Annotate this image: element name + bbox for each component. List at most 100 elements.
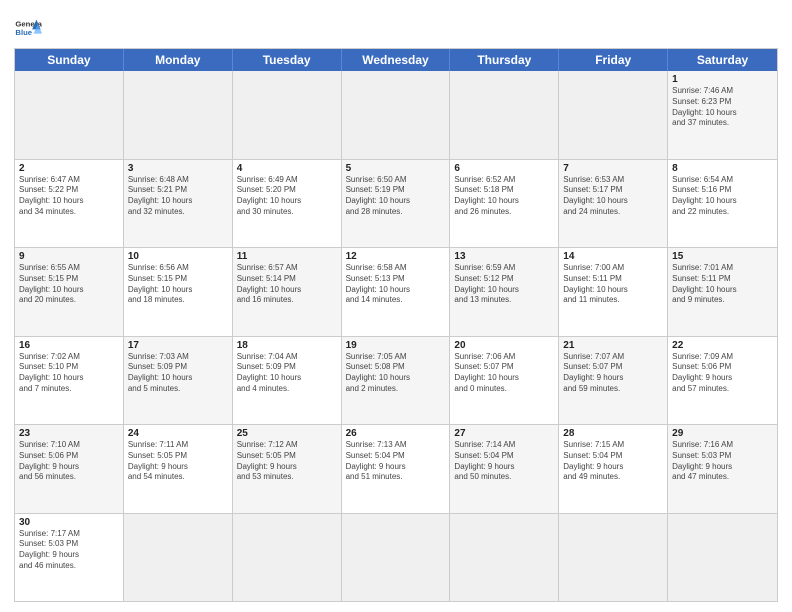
calendar-row-4: 23Sunrise: 7:10 AM Sunset: 5:06 PM Dayli… [15,424,777,513]
day-info: Sunrise: 7:06 AM Sunset: 5:07 PM Dayligh… [454,352,554,395]
calendar-cell-0-5 [559,71,668,159]
day-of-week-wednesday: Wednesday [342,49,451,71]
day-info: Sunrise: 7:01 AM Sunset: 5:11 PM Dayligh… [672,263,773,306]
day-info: Sunrise: 6:48 AM Sunset: 5:21 PM Dayligh… [128,175,228,218]
day-info: Sunrise: 7:09 AM Sunset: 5:06 PM Dayligh… [672,352,773,395]
day-number: 19 [346,340,446,351]
day-number: 17 [128,340,228,351]
day-number: 27 [454,428,554,439]
day-info: Sunrise: 7:07 AM Sunset: 5:07 PM Dayligh… [563,352,663,395]
day-number: 3 [128,163,228,174]
calendar-cell-0-1 [124,71,233,159]
calendar-cell-4-4: 27Sunrise: 7:14 AM Sunset: 5:04 PM Dayli… [450,425,559,513]
calendar-cell-5-6 [668,514,777,602]
day-number: 12 [346,251,446,262]
calendar-cell-4-6: 29Sunrise: 7:16 AM Sunset: 5:03 PM Dayli… [668,425,777,513]
calendar-cell-2-3: 12Sunrise: 6:58 AM Sunset: 5:13 PM Dayli… [342,248,451,336]
day-info: Sunrise: 6:47 AM Sunset: 5:22 PM Dayligh… [19,175,119,218]
day-info: Sunrise: 6:58 AM Sunset: 5:13 PM Dayligh… [346,263,446,306]
day-of-week-thursday: Thursday [450,49,559,71]
day-number: 2 [19,163,119,174]
calendar-row-0: 1Sunrise: 7:46 AM Sunset: 6:23 PM Daylig… [15,71,777,159]
day-number: 15 [672,251,773,262]
calendar-row-1: 2Sunrise: 6:47 AM Sunset: 5:22 PM Daylig… [15,159,777,248]
day-number: 24 [128,428,228,439]
calendar-cell-1-2: 4Sunrise: 6:49 AM Sunset: 5:20 PM Daylig… [233,160,342,248]
calendar-cell-2-4: 13Sunrise: 6:59 AM Sunset: 5:12 PM Dayli… [450,248,559,336]
calendar-cell-1-6: 8Sunrise: 6:54 AM Sunset: 5:16 PM Daylig… [668,160,777,248]
day-of-week-saturday: Saturday [668,49,777,71]
calendar-cell-2-5: 14Sunrise: 7:00 AM Sunset: 5:11 PM Dayli… [559,248,668,336]
day-number: 11 [237,251,337,262]
calendar-cell-4-5: 28Sunrise: 7:15 AM Sunset: 5:04 PM Dayli… [559,425,668,513]
day-number: 25 [237,428,337,439]
day-info: Sunrise: 6:52 AM Sunset: 5:18 PM Dayligh… [454,175,554,218]
day-info: Sunrise: 6:59 AM Sunset: 5:12 PM Dayligh… [454,263,554,306]
calendar-cell-1-1: 3Sunrise: 6:48 AM Sunset: 5:21 PM Daylig… [124,160,233,248]
day-info: Sunrise: 7:10 AM Sunset: 5:06 PM Dayligh… [19,440,119,483]
day-number: 10 [128,251,228,262]
day-number: 28 [563,428,663,439]
calendar-cell-2-1: 10Sunrise: 6:56 AM Sunset: 5:15 PM Dayli… [124,248,233,336]
calendar-cell-0-3 [342,71,451,159]
day-number: 13 [454,251,554,262]
day-number: 6 [454,163,554,174]
day-of-week-tuesday: Tuesday [233,49,342,71]
day-info: Sunrise: 7:13 AM Sunset: 5:04 PM Dayligh… [346,440,446,483]
calendar-cell-0-2 [233,71,342,159]
day-info: Sunrise: 7:16 AM Sunset: 5:03 PM Dayligh… [672,440,773,483]
calendar-cell-0-6: 1Sunrise: 7:46 AM Sunset: 6:23 PM Daylig… [668,71,777,159]
calendar-cell-3-3: 19Sunrise: 7:05 AM Sunset: 5:08 PM Dayli… [342,337,451,425]
day-info: Sunrise: 7:11 AM Sunset: 5:05 PM Dayligh… [128,440,228,483]
calendar-header: SundayMondayTuesdayWednesdayThursdayFrid… [15,49,777,71]
calendar-cell-4-0: 23Sunrise: 7:10 AM Sunset: 5:06 PM Dayli… [15,425,124,513]
day-info: Sunrise: 6:54 AM Sunset: 5:16 PM Dayligh… [672,175,773,218]
day-info: Sunrise: 7:00 AM Sunset: 5:11 PM Dayligh… [563,263,663,306]
day-info: Sunrise: 7:04 AM Sunset: 5:09 PM Dayligh… [237,352,337,395]
day-of-week-monday: Monday [124,49,233,71]
day-number: 26 [346,428,446,439]
calendar-body: 1Sunrise: 7:46 AM Sunset: 6:23 PM Daylig… [15,71,777,601]
day-number: 20 [454,340,554,351]
day-number: 14 [563,251,663,262]
day-info: Sunrise: 6:57 AM Sunset: 5:14 PM Dayligh… [237,263,337,306]
day-info: Sunrise: 6:56 AM Sunset: 5:15 PM Dayligh… [128,263,228,306]
day-number: 23 [19,428,119,439]
calendar-cell-5-1 [124,514,233,602]
day-number: 18 [237,340,337,351]
calendar-cell-4-3: 26Sunrise: 7:13 AM Sunset: 5:04 PM Dayli… [342,425,451,513]
day-number: 22 [672,340,773,351]
day-number: 9 [19,251,119,262]
day-info: Sunrise: 7:02 AM Sunset: 5:10 PM Dayligh… [19,352,119,395]
calendar-row-3: 16Sunrise: 7:02 AM Sunset: 5:10 PM Dayli… [15,336,777,425]
calendar-cell-1-0: 2Sunrise: 6:47 AM Sunset: 5:22 PM Daylig… [15,160,124,248]
day-number: 4 [237,163,337,174]
calendar-cell-3-0: 16Sunrise: 7:02 AM Sunset: 5:10 PM Dayli… [15,337,124,425]
day-number: 5 [346,163,446,174]
calendar-cell-1-5: 7Sunrise: 6:53 AM Sunset: 5:17 PM Daylig… [559,160,668,248]
calendar-cell-3-6: 22Sunrise: 7:09 AM Sunset: 5:06 PM Dayli… [668,337,777,425]
calendar-cell-2-2: 11Sunrise: 6:57 AM Sunset: 5:14 PM Dayli… [233,248,342,336]
calendar-cell-1-4: 6Sunrise: 6:52 AM Sunset: 5:18 PM Daylig… [450,160,559,248]
calendar-cell-0-4 [450,71,559,159]
day-number: 7 [563,163,663,174]
calendar-row-5: 30Sunrise: 7:17 AM Sunset: 5:03 PM Dayli… [15,513,777,602]
day-info: Sunrise: 6:49 AM Sunset: 5:20 PM Dayligh… [237,175,337,218]
day-of-week-sunday: Sunday [15,49,124,71]
day-number: 30 [19,517,119,528]
calendar-cell-4-1: 24Sunrise: 7:11 AM Sunset: 5:05 PM Dayli… [124,425,233,513]
day-info: Sunrise: 7:14 AM Sunset: 5:04 PM Dayligh… [454,440,554,483]
calendar-cell-2-6: 15Sunrise: 7:01 AM Sunset: 5:11 PM Dayli… [668,248,777,336]
day-number: 21 [563,340,663,351]
day-info: Sunrise: 7:46 AM Sunset: 6:23 PM Dayligh… [672,86,773,129]
day-info: Sunrise: 7:12 AM Sunset: 5:05 PM Dayligh… [237,440,337,483]
day-info: Sunrise: 6:50 AM Sunset: 5:19 PM Dayligh… [346,175,446,218]
day-info: Sunrise: 7:15 AM Sunset: 5:04 PM Dayligh… [563,440,663,483]
calendar-row-2: 9Sunrise: 6:55 AM Sunset: 5:15 PM Daylig… [15,247,777,336]
calendar-cell-2-0: 9Sunrise: 6:55 AM Sunset: 5:15 PM Daylig… [15,248,124,336]
calendar-cell-5-4 [450,514,559,602]
calendar-cell-3-5: 21Sunrise: 7:07 AM Sunset: 5:07 PM Dayli… [559,337,668,425]
calendar-cell-5-0: 30Sunrise: 7:17 AM Sunset: 5:03 PM Dayli… [15,514,124,602]
day-info: Sunrise: 7:05 AM Sunset: 5:08 PM Dayligh… [346,352,446,395]
day-number: 8 [672,163,773,174]
